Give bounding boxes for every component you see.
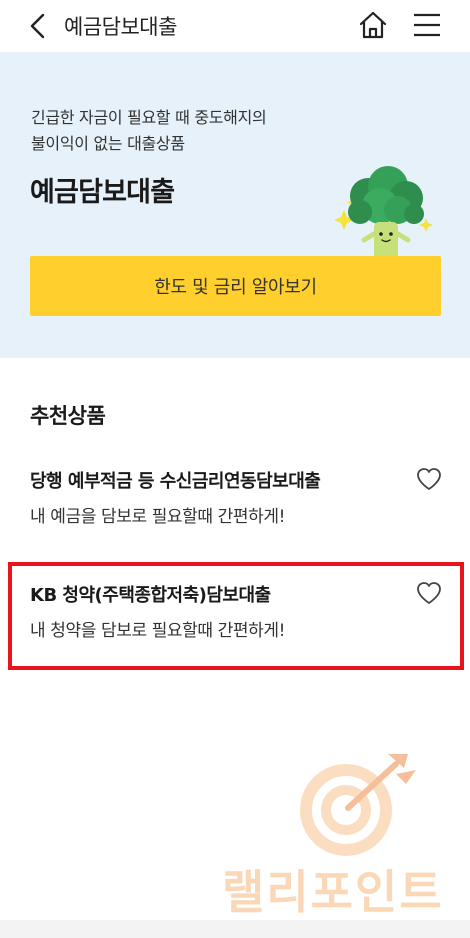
page: 예금담보대출 긴급한 자금이 필요할 때 중도해지의 불이익이 없는 대출상품 … bbox=[0, 0, 470, 938]
hero-description: 긴급한 자금이 필요할 때 중도해지의 불이익이 없는 대출상품 bbox=[31, 105, 351, 157]
favorite-button[interactable] bbox=[414, 578, 444, 608]
product-subtitle: 내 청약을 담보로 필요할때 간편하게! bbox=[30, 621, 286, 641]
recommended-section-title: 추천상품 bbox=[30, 404, 106, 428]
broccoli-mascot-icon bbox=[334, 166, 433, 266]
product-title: 당행 예부적금 등 수신금리연동담보대출 bbox=[30, 471, 321, 492]
heart-outline-icon bbox=[417, 582, 441, 604]
chevron-left-icon bbox=[30, 13, 45, 39]
top-app-bar: 예금담보대출 bbox=[0, 0, 470, 52]
product-title: KB 청약(주택종합저축)담보대출 bbox=[30, 585, 271, 606]
page-title: 예금담보대출 bbox=[64, 15, 177, 39]
bottom-edge-bar bbox=[0, 920, 470, 938]
product-subtitle: 내 예금을 담보로 필요할때 간편하게! bbox=[30, 507, 286, 527]
hero-banner: 긴급한 자금이 필요할 때 중도해지의 불이익이 없는 대출상품 예금담보대출 bbox=[0, 52, 470, 358]
product-item-deposit-linked-loan[interactable]: 당행 예부적금 등 수신금리연동담보대출 내 예금을 담보로 필요할때 간편하게… bbox=[14, 450, 460, 550]
check-limit-and-rate-button[interactable]: 한도 및 금리 알아보기 bbox=[30, 256, 441, 316]
hero-description-line-1: 긴급한 자금이 필요할 때 중도해지의 bbox=[31, 108, 267, 127]
back-button[interactable] bbox=[20, 8, 56, 44]
hero-description-line-2: 불이익이 없는 대출상품 bbox=[31, 134, 185, 153]
heart-outline-icon bbox=[417, 468, 441, 490]
menu-button[interactable] bbox=[408, 6, 446, 44]
target-arrow-icon bbox=[300, 754, 416, 856]
watermark-text: 랠리포인트 bbox=[222, 865, 444, 919]
hamburger-menu-icon bbox=[414, 13, 440, 37]
favorite-button[interactable] bbox=[414, 464, 444, 494]
home-button[interactable] bbox=[354, 6, 392, 44]
hero-title: 예금담보대출 bbox=[30, 177, 175, 208]
watermark: 랠리포인트 bbox=[216, 750, 456, 930]
product-item-kb-subscription-loan[interactable]: KB 청약(주택종합저축)담보대출 내 청약을 담보로 필요할때 간편하게! bbox=[14, 564, 460, 664]
home-icon bbox=[359, 11, 387, 39]
